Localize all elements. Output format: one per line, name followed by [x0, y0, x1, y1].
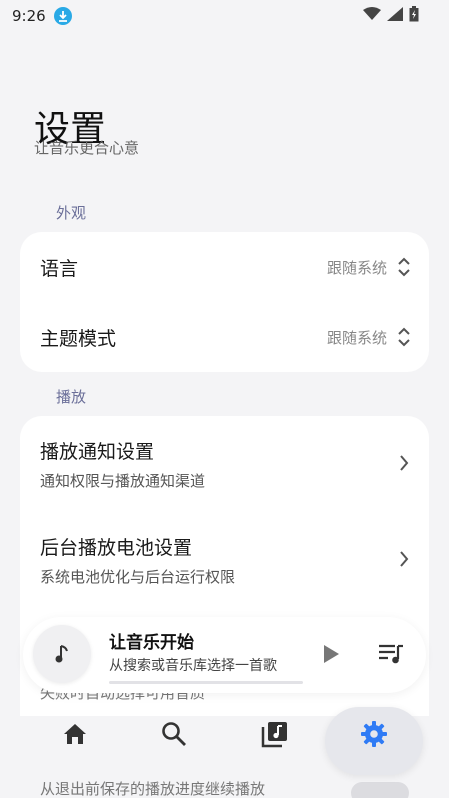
notification-settings-row[interactable]: 播放通知设置 通知权限与播放通知渠道 — [20, 416, 429, 512]
chevron-updown-icon — [398, 257, 410, 277]
theme-label: 主题模式 — [40, 327, 117, 350]
battery-settings-label: 后台播放电池设置 — [40, 537, 193, 559]
appearance-card: 语言 跟随系统 主题模式 跟随系统 — [20, 232, 429, 372]
language-value: 跟随系统 — [326, 258, 387, 277]
page-subtitle: 让音乐更合心意 — [34, 139, 140, 157]
theme-row[interactable]: 主题模式 跟随系统 — [20, 302, 429, 372]
chevron-right-icon — [400, 455, 409, 471]
notification-settings-label: 播放通知设置 — [40, 441, 155, 463]
download-icon — [53, 7, 72, 25]
mini-player[interactable]: 让音乐开始 从搜索或音乐库选择一首歌 — [23, 617, 426, 693]
player-title: 让音乐开始 — [109, 633, 194, 653]
theme-value: 跟随系统 — [326, 328, 387, 347]
language-label: 语言 — [40, 257, 79, 280]
chevron-updown-icon — [398, 327, 410, 347]
section-header-playback: 播放 — [56, 388, 87, 406]
status-bar: 9:26 — [0, 0, 449, 32]
chevron-right-icon — [400, 551, 409, 567]
queue-icon[interactable] — [378, 643, 404, 665]
settings-icon[interactable] — [354, 714, 394, 754]
search-icon[interactable] — [154, 714, 194, 754]
wifi-icon — [363, 7, 381, 20]
library-icon[interactable] — [255, 714, 295, 754]
bottom-nav — [0, 700, 449, 786]
home-icon[interactable] — [55, 714, 95, 754]
section-header-appearance: 外观 — [56, 204, 87, 222]
language-row[interactable]: 语言 跟随系统 — [20, 232, 429, 302]
signal-icon — [387, 7, 403, 21]
player-progress — [109, 681, 303, 684]
player-subtitle: 从搜索或音乐库选择一首歌 — [109, 658, 277, 674]
notification-settings-sub: 通知权限与播放通知渠道 — [40, 472, 206, 490]
battery-icon — [409, 6, 419, 22]
battery-settings-row[interactable]: 后台播放电池设置 系统电池优化与后台运行权限 — [20, 512, 429, 608]
battery-settings-sub: 系统电池优化与后台运行权限 — [40, 568, 236, 586]
music-note-icon — [55, 645, 68, 663]
album-art — [33, 625, 91, 683]
play-icon[interactable] — [321, 642, 341, 666]
status-time: 9:26 — [12, 7, 46, 25]
